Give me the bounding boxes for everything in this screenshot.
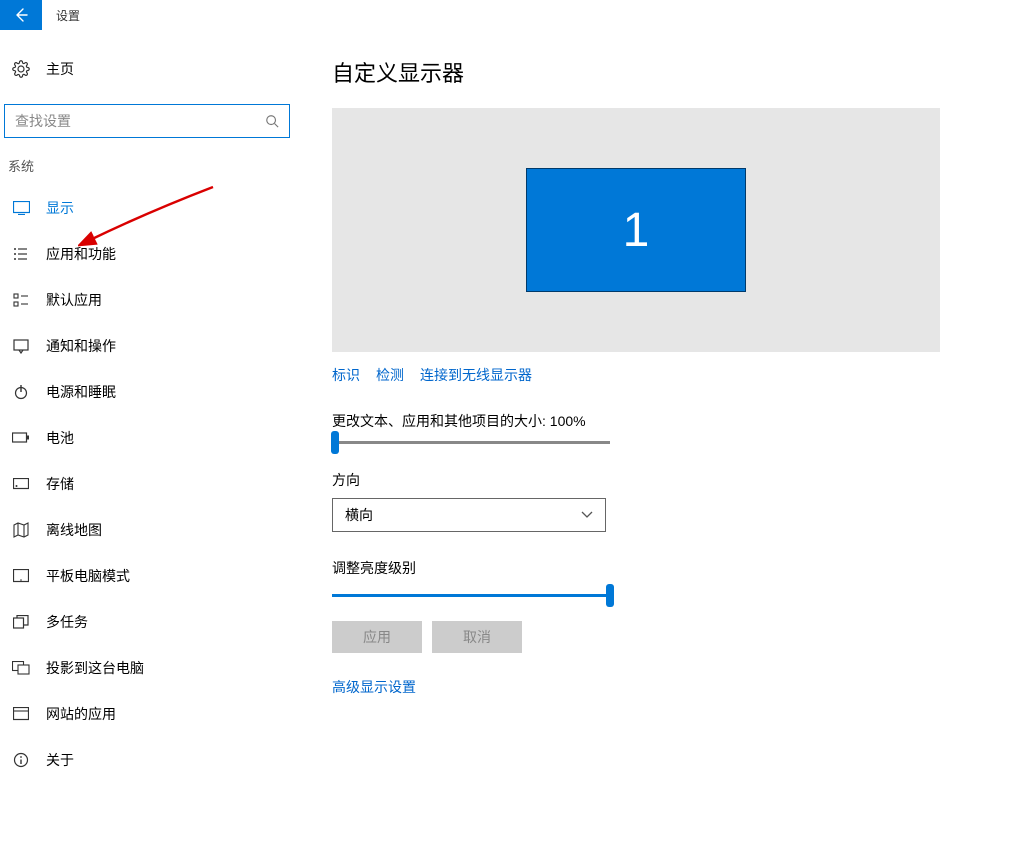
monitor-1[interactable]: 1 [526,168,746,292]
sidebar-item-about[interactable]: 关于 [0,737,300,783]
nav-label: 应用和功能 [46,244,116,264]
sidebar-item-notifications[interactable]: 通知和操作 [0,323,300,369]
brightness-label: 调整亮度级别 [332,558,996,578]
slider-thumb[interactable] [606,584,614,607]
sidebar-item-multitask[interactable]: 多任务 [0,599,300,645]
chevron-down-icon [581,511,593,519]
nav-label: 电池 [46,428,74,448]
nav-label: 关于 [46,750,74,770]
monitor-number: 1 [623,203,650,258]
page-title: 自定义显示器 [332,56,996,88]
back-button[interactable] [0,0,42,30]
orientation-dropdown[interactable]: 横向 [332,498,606,532]
slider-thumb[interactable] [331,431,339,454]
nav-label: 离线地图 [46,520,102,540]
orientation-setting: 方向 横向 [332,470,996,532]
advanced-display-link[interactable]: 高级显示设置 [332,677,416,697]
nav-label: 存储 [46,474,74,494]
orientation-value: 横向 [345,505,373,525]
detect-link[interactable]: 检测 [376,365,404,385]
sidebar-item-storage[interactable]: 存储 [0,461,300,507]
sidebar-item-tablet[interactable]: 平板电脑模式 [0,553,300,599]
search-input[interactable] [15,113,279,129]
arrow-left-icon [13,7,29,23]
scale-label: 更改文本、应用和其他项目的大小: 100% [332,411,996,431]
web-apps-icon [12,707,30,721]
orientation-label: 方向 [332,470,996,490]
sidebar-item-power[interactable]: 电源和睡眠 [0,369,300,415]
brightness-slider[interactable] [332,594,610,597]
wireless-link[interactable]: 连接到无线显示器 [420,365,532,385]
multitask-icon [12,615,30,629]
project-icon [12,661,30,675]
brightness-setting: 调整亮度级别 [332,558,996,597]
storage-icon [12,478,30,490]
nav-label: 多任务 [46,612,88,632]
info-icon [12,752,30,768]
gear-icon [12,60,30,78]
default-apps-icon [12,292,30,308]
sidebar-item-display[interactable]: 显示 [0,185,300,231]
home-label: 主页 [46,59,74,79]
sidebar-item-web-apps[interactable]: 网站的应用 [0,691,300,737]
nav-label: 显示 [46,198,74,218]
content-area: 自定义显示器 1 标识 检测 连接到无线显示器 更改文本、应用和其他项目的大小:… [300,30,1016,849]
battery-icon [12,432,30,444]
display-action-links: 标识 检测 连接到无线显示器 [332,365,996,385]
search-box[interactable] [4,104,290,138]
monitor-preview-area[interactable]: 1 [332,108,940,352]
cancel-button[interactable]: 取消 [432,621,522,653]
title-bar: 设置 [0,0,1016,30]
sidebar-item-project[interactable]: 投影到这台电脑 [0,645,300,691]
search-icon [265,114,279,128]
section-label: 系统 [0,156,300,175]
sidebar-item-maps[interactable]: 离线地图 [0,507,300,553]
nav-label: 平板电脑模式 [46,566,130,586]
tablet-icon [12,569,30,583]
map-icon [12,522,30,538]
list-icon [12,246,30,262]
nav-label: 网站的应用 [46,704,116,724]
window-title: 设置 [56,7,80,24]
scale-setting: 更改文本、应用和其他项目的大小: 100% [332,411,996,444]
identify-link[interactable]: 标识 [332,365,360,385]
apply-button[interactable]: 应用 [332,621,422,653]
sidebar-item-battery[interactable]: 电池 [0,415,300,461]
button-row: 应用 取消 [332,621,996,653]
sidebar-item-default-apps[interactable]: 默认应用 [0,277,300,323]
nav-label: 电源和睡眠 [46,382,116,402]
nav-label: 通知和操作 [46,336,116,356]
nav-label: 投影到这台电脑 [46,658,144,678]
monitor-icon [12,201,30,215]
nav-label: 默认应用 [46,290,102,310]
sidebar: 主页 系统 显示 应用和功能 默认应用 [0,30,300,849]
notification-icon [12,338,30,354]
scale-slider[interactable] [332,441,610,444]
power-icon [12,384,30,400]
home-button[interactable]: 主页 [0,48,300,90]
sidebar-item-apps[interactable]: 应用和功能 [0,231,300,277]
